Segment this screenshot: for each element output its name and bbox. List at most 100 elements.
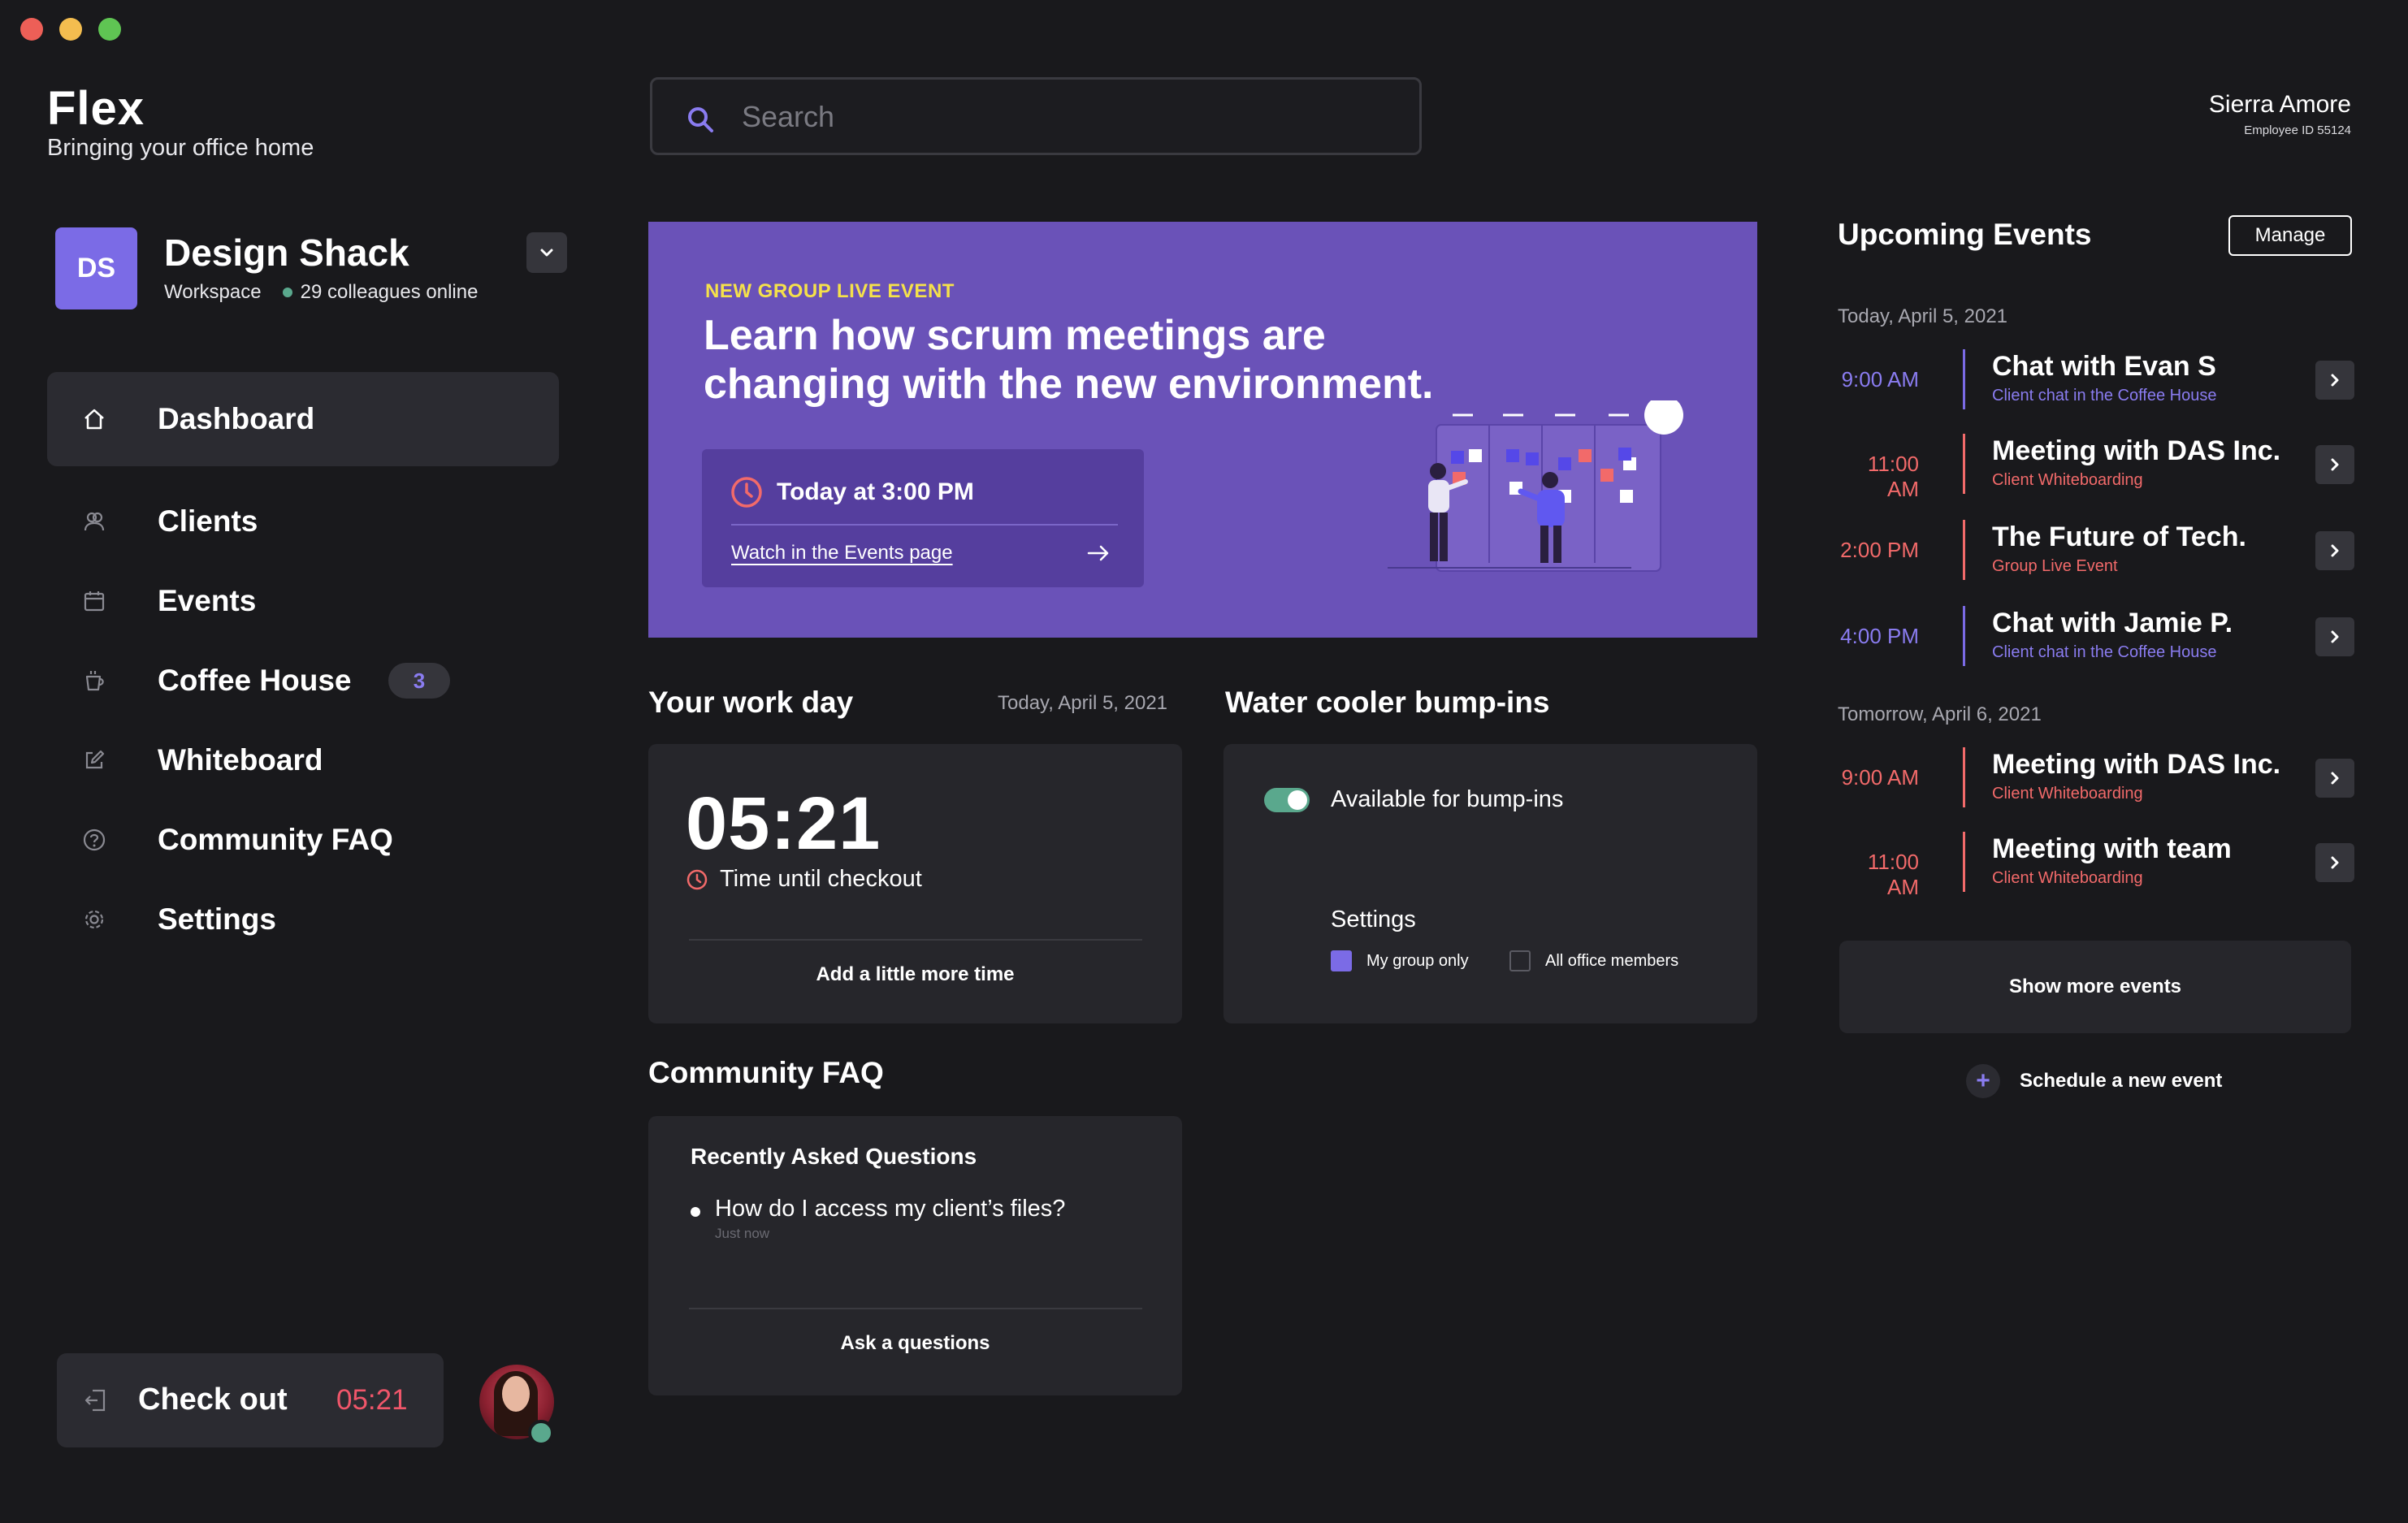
cooler-settings-label: Settings <box>1331 906 1416 932</box>
event-time: 9:00 AM <box>1841 367 1919 392</box>
window-zoom-button[interactable] <box>98 18 121 41</box>
event-color-bar <box>1963 832 1965 892</box>
event-title: Meeting with DAS Inc. <box>1992 435 2281 466</box>
workday-card: 05:21 Time until checkout Add a little m… <box>648 744 1182 1023</box>
window-close-button[interactable] <box>20 18 43 41</box>
workday-heading: Your work day <box>648 686 854 719</box>
workspace-avatar: DS <box>55 227 137 309</box>
faq-question-item[interactable]: How do I access my client’s files? Just … <box>691 1196 1065 1242</box>
event-item[interactable]: 11:00 AM Meeting with team Client Whiteb… <box>1838 832 2354 899</box>
app-title: Flex <box>47 82 145 135</box>
chevron-right-icon[interactable] <box>2315 617 2354 656</box>
event-subtitle: Client chat in the Coffee House <box>1992 643 2217 661</box>
ask-question-button[interactable]: Ask a questions <box>648 1332 1182 1355</box>
event-color-bar <box>1963 349 1965 409</box>
event-item[interactable]: 9:00 AM Chat with Evan S Client chat in … <box>1838 349 2354 411</box>
featured-event-banner: NEW GROUP LIVE EVENT Learn how scrum mee… <box>648 222 1757 638</box>
checkout-label: Check out <box>138 1382 288 1417</box>
cooler-card: Available for bump-ins Settings My group… <box>1223 744 1757 1023</box>
sidebar-item-label: Community FAQ <box>158 823 393 856</box>
event-details-card: Today at 3:00 PM Watch in the Events pag… <box>702 449 1144 587</box>
workspace-switcher-button[interactable] <box>526 232 567 273</box>
clock-icon <box>686 869 708 889</box>
event-subtitle: Client Whiteboarding <box>1992 869 2143 887</box>
event-subtitle: Group Live Event <box>1992 557 2118 575</box>
event-color-bar <box>1963 747 1965 807</box>
arrow-right-icon[interactable] <box>1085 540 1111 570</box>
sidebar-item-settings[interactable]: Settings <box>47 872 559 967</box>
event-item[interactable]: 11:00 AM Meeting with DAS Inc. Client Wh… <box>1838 434 2354 501</box>
checkout-button[interactable]: Check out 05:21 <box>57 1353 444 1447</box>
bump-ins-toggle[interactable] <box>1264 788 1310 812</box>
logout-icon <box>81 1386 110 1419</box>
event-title: Meeting with team <box>1992 833 2232 864</box>
option-label: All office members <box>1545 951 1679 970</box>
sidebar-item-label: Events <box>158 584 257 617</box>
option-all-members[interactable]: All office members <box>1509 950 1678 971</box>
divider <box>731 524 1118 526</box>
available-label: Available for bump-ins <box>1331 786 1564 812</box>
option-my-group[interactable]: My group only <box>1331 950 1469 971</box>
checkout-timer: 05:21 <box>336 1384 408 1416</box>
chevron-right-icon[interactable] <box>2315 531 2354 570</box>
chevron-right-icon[interactable] <box>2315 759 2354 798</box>
day-label-tomorrow: Tomorrow, April 6, 2021 <box>1838 703 2042 725</box>
checkbox-checked[interactable] <box>1331 950 1352 971</box>
search-input[interactable] <box>742 94 1392 140</box>
faq-heading: Community FAQ <box>648 1056 884 1089</box>
show-more-events-button[interactable]: Show more events <box>1839 941 2351 1033</box>
workday-timer: 05:21 <box>686 782 881 865</box>
search-icon <box>685 104 716 139</box>
colleagues-online: 29 colleagues online <box>300 281 479 303</box>
checkbox-unchecked[interactable] <box>1509 950 1531 971</box>
workspace-type: Workspace <box>164 281 262 303</box>
chevron-down-icon <box>540 249 553 257</box>
add-time-button[interactable]: Add a little more time <box>648 963 1182 986</box>
event-color-bar <box>1963 520 1965 580</box>
plus-icon: + <box>1966 1064 2000 1098</box>
schedule-event-button[interactable]: + Schedule a new event <box>1966 1064 2222 1098</box>
faq-card: Recently Asked Questions How do I access… <box>648 1116 1182 1395</box>
event-time: Today at 3:00 PM <box>777 478 974 505</box>
event-title: Meeting with DAS Inc. <box>1992 749 2281 780</box>
event-time: 11:00 AM <box>1867 850 1919 899</box>
event-title: The Future of Tech. <box>1992 521 2246 552</box>
workday-subtitle: Time until checkout <box>686 866 922 893</box>
time-until-checkout: Time until checkout <box>720 866 922 892</box>
event-item[interactable]: 2:00 PM The Future of Tech. Group Live E… <box>1838 520 2354 582</box>
avatar-face <box>502 1376 530 1412</box>
faq-question-time: Just now <box>715 1226 770 1241</box>
manage-button[interactable]: Manage <box>2228 215 2352 256</box>
workspace-name: Design Shack <box>164 231 409 274</box>
sidebar-item-label: Coffee House <box>158 664 352 697</box>
sidebar-item-label: Clients <box>158 504 258 538</box>
gear-icon <box>80 905 109 934</box>
day-label-today: Today, April 5, 2021 <box>1838 305 2008 327</box>
upcoming-events-heading: Upcoming Events <box>1838 218 2092 251</box>
coffee-icon <box>80 666 109 695</box>
employee-id: Employee ID 55124 <box>2244 123 2351 137</box>
help-icon <box>80 825 109 855</box>
online-status-icon <box>528 1420 554 1446</box>
window-minimize-button[interactable] <box>59 18 82 41</box>
search-bar[interactable] <box>650 77 1422 155</box>
sidebar-item-label: Dashboard <box>158 402 315 435</box>
event-subtitle: Client chat in the Coffee House <box>1992 387 2217 405</box>
event-title: Chat with Evan S <box>1992 351 2216 382</box>
sidebar-item-label: Settings <box>158 902 276 936</box>
cooler-heading: Water cooler bump-ins <box>1225 686 1550 719</box>
event-time: 2:00 PM <box>1840 538 1919 562</box>
chevron-right-icon[interactable] <box>2315 361 2354 400</box>
home-icon <box>80 405 109 434</box>
event-item[interactable]: 9:00 AM Meeting with DAS Inc. Client Whi… <box>1838 747 2354 809</box>
sidebar-item-dashboard[interactable]: Dashboard <box>47 372 559 466</box>
event-item[interactable]: 4:00 PM Chat with Jamie P. Client chat i… <box>1838 606 2354 668</box>
event-tag: NEW GROUP LIVE EVENT <box>705 280 955 302</box>
sidebar-item-label: Whiteboard <box>158 743 323 777</box>
workspace-meta: Workspace 29 colleagues online <box>164 281 478 304</box>
chevron-right-icon[interactable] <box>2315 445 2354 484</box>
watch-events-link[interactable]: Watch in the Events page <box>731 542 953 565</box>
chevron-right-icon[interactable] <box>2315 843 2354 882</box>
edit-icon <box>80 746 109 775</box>
divider <box>689 1308 1142 1309</box>
